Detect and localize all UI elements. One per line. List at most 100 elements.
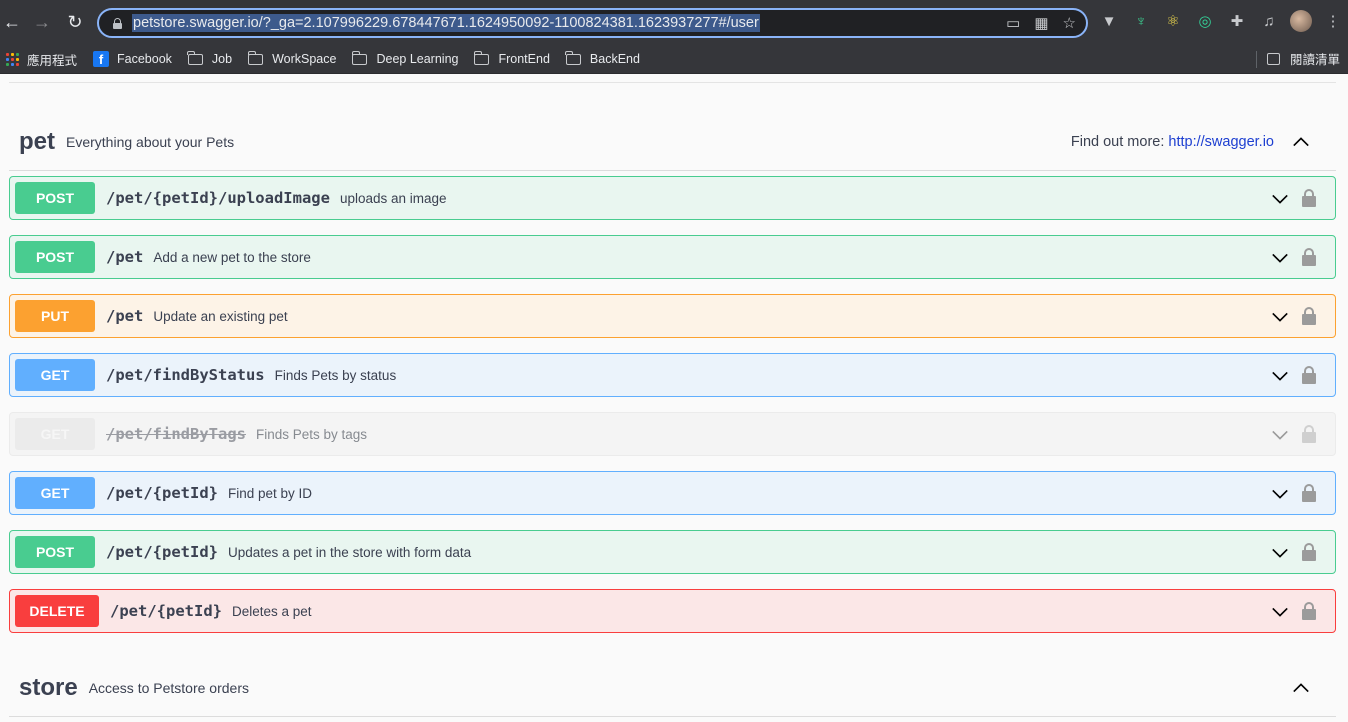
operation-summary: Add a new pet to the store [153,249,311,265]
chevron-down-icon[interactable] [1271,249,1289,267]
operation-path: /pet/{petId} [110,602,222,620]
react-extension-icon[interactable]: ⚛ [1162,10,1184,32]
operation-summary: Find pet by ID [227,485,313,501]
tag-name: pet [19,128,55,155]
operation-path: /pet/{petId}/uploadImage [106,189,330,207]
folder-icon [187,50,203,65]
operation-row[interactable]: DELETE /pet/{petId} Deletes a pet [9,589,1336,633]
operation-row[interactable]: GET /pet/findByStatus Finds Pets by stat… [9,353,1336,397]
tag-name: store [19,674,78,701]
extensions-puzzle-icon[interactable]: ✚ [1226,10,1248,32]
method-badge: GET [15,418,95,450]
operation-path: /pet/{petId} [106,484,218,502]
operation-path: /pet/findByStatus [106,366,265,384]
lock-icon[interactable] [1302,248,1316,266]
media-control-icon[interactable]: ♫ [1258,10,1280,32]
folder-icon [351,50,368,65]
lock-icon[interactable] [1302,543,1316,561]
reading-list-icon [1266,52,1280,65]
find-more-label: Find out more: [1070,134,1165,150]
reading-list-label: 閱讀清單 [1289,53,1340,67]
method-badge: POST [15,536,95,568]
qr-code-icon[interactable]: ▦ [1034,14,1048,32]
lock-icon[interactable] [1302,189,1316,207]
chevron-down-icon[interactable] [1271,485,1289,503]
lock-icon[interactable] [1302,484,1316,502]
facebook-icon: f [93,51,110,67]
apps-grid-icon [6,52,19,66]
operation-summary: Finds Pets by status [274,367,397,383]
bookmark-facebook[interactable]: f Facebook [93,51,172,67]
bookmark-label: Facebook [117,52,172,66]
bookmark-label: Job [211,52,233,66]
method-badge: GET [15,359,95,391]
bookmark-label: 應用程式 [27,53,78,68]
bookmark-folder-job[interactable]: Job [187,50,233,66]
lock-icon[interactable] [1302,425,1316,443]
operation-path: /pet/{petId} [106,543,218,561]
target-extension-icon[interactable]: ◎ [1194,10,1216,32]
profile-avatar[interactable] [1290,10,1312,32]
method-badge: POST [15,241,95,273]
lock-icon [113,17,122,29]
operation-path: /pet [106,248,144,266]
bookmark-label: BackEnd [589,52,640,66]
tag-header-pet[interactable]: pet Everything about your Pets Find out … [9,114,1336,171]
tag-description: Access to Petstore orders [88,680,249,696]
folder-icon [473,50,490,65]
reading-list-button[interactable]: 閱讀清單 [1266,49,1340,68]
chevron-up-icon[interactable] [1292,133,1310,151]
chevron-down-icon[interactable] [1271,367,1289,385]
chevron-down-icon[interactable] [1271,426,1289,444]
operation-row[interactable]: POST /pet Add a new pet to the store [9,235,1336,279]
menu-kebab-icon[interactable]: ⋮ [1322,10,1344,32]
tag-header-store[interactable]: store Access to Petstore orders [9,660,1336,717]
find-more-link[interactable]: http://swagger.io [1168,134,1274,150]
method-badge: PUT [15,300,95,332]
operation-summary: Deletes a pet [231,603,312,619]
bookmark-folder-frontend[interactable]: FrontEnd [473,50,550,66]
operation-row[interactable]: POST /pet/{petId} Updates a pet in the s… [9,530,1336,574]
bookmark-label: FrontEnd [498,52,550,66]
forward-button[interactable]: → [26,6,58,38]
operation-row-deprecated[interactable]: GET /pet/findByTags Finds Pets by tags [9,412,1336,456]
chevron-down-icon[interactable] [1271,308,1289,326]
lock-icon[interactable] [1302,366,1316,384]
bookmarks-bar: 應用程式 f Facebook Job WorkSpace Deep Learn… [0,45,1348,74]
browser-toolbar: ← → ↻ petstore.swagger.io/?_ga=2.1079962… [0,0,1348,45]
chevron-down-icon[interactable] [1271,544,1289,562]
vpn-extension-icon[interactable]: ▼ [1098,10,1120,32]
folder-icon [565,50,581,65]
bookmark-apps[interactable]: 應用程式 [0,50,77,69]
swagger-content: pet Everything about your Pets Find out … [0,74,1348,722]
bookmark-folder-backend[interactable]: BackEnd [565,50,640,66]
back-button[interactable]: ← [0,6,28,38]
cast-icon[interactable]: ▭ [1006,14,1020,32]
method-badge: GET [15,477,95,509]
chevron-down-icon[interactable] [1271,190,1289,208]
tag-description: Everything about your Pets [66,134,235,150]
reload-button[interactable]: ↻ [59,6,91,38]
chevron-down-icon[interactable] [1271,603,1289,621]
bookmark-star-icon[interactable]: ☆ [1063,14,1076,32]
hummingbird-extension-icon[interactable]: ♆ [1130,10,1152,32]
operation-summary: Updates a pet in the store with form dat… [227,544,472,560]
chevron-up-icon[interactable] [1292,679,1310,697]
operation-summary: Finds Pets by tags [255,426,368,442]
operation-row[interactable]: GET /pet/{petId} Find pet by ID [9,471,1336,515]
bookmark-folder-deep-learning[interactable]: Deep Learning [351,50,459,66]
lock-icon[interactable] [1302,602,1316,620]
operation-row[interactable]: PUT /pet Update an existing pet [9,294,1336,338]
bookmark-label: WorkSpace [272,52,337,66]
url-text[interactable]: petstore.swagger.io/?_ga=2.107996229.678… [132,14,760,32]
bookmark-label: Deep Learning [376,52,459,66]
operation-path: /pet/findByTags [106,425,246,443]
bookmarks-divider [1256,51,1257,68]
operation-summary: uploads an image [339,190,447,206]
bookmark-folder-workspace[interactable]: WorkSpace [247,50,337,66]
divider [9,82,1336,83]
find-out-more: Find out more: http://swagger.io [1071,134,1274,150]
lock-icon[interactable] [1302,307,1316,325]
operation-row[interactable]: POST /pet/{petId}/uploadImage uploads an… [9,176,1336,220]
address-bar[interactable]: petstore.swagger.io/?_ga=2.107996229.678… [97,8,1088,38]
